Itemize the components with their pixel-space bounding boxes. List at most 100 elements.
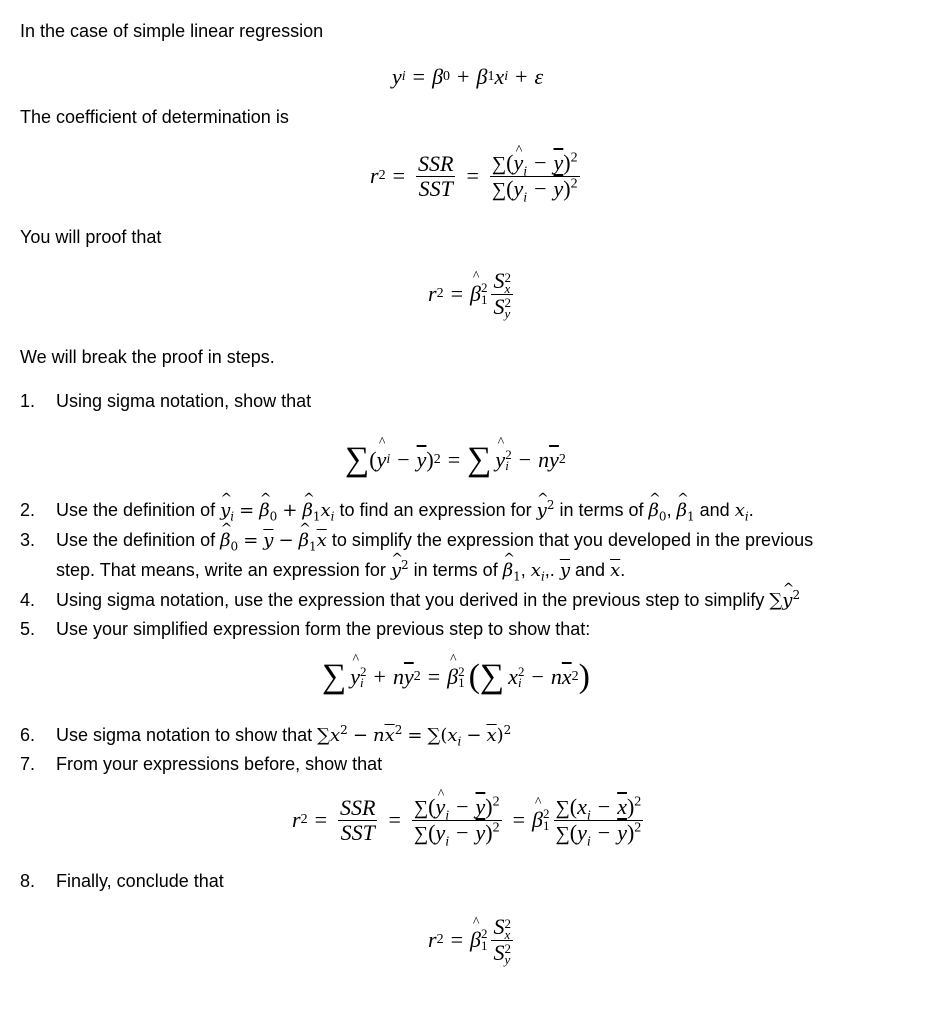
- numerator-sum-yhat: ∑(yi−y)2: [489, 149, 580, 178]
- model-equation: yi = β0 + β1xi + ε: [392, 64, 544, 89]
- sym-yhat: y: [391, 560, 401, 582]
- paren: (: [369, 447, 377, 472]
- coefficient-label: The coefficient of determination is: [20, 107, 289, 127]
- sym-ybar: y: [475, 793, 486, 819]
- r2-definition-equation: r 2 = SSR SST = ∑(yi−y)2 ∑(yi−y)2: [370, 148, 584, 204]
- proof-intro: You will proof that: [20, 227, 162, 247]
- sym-yhat: y: [513, 150, 523, 175]
- fraction-ssr-sst: SSR SST: [415, 151, 456, 201]
- sub-i: i: [523, 189, 528, 205]
- period: .: [748, 500, 754, 520]
- sy-scripts: 2y: [504, 296, 511, 320]
- plus-sign: +: [373, 664, 386, 689]
- sym-yhat: y: [435, 794, 445, 819]
- minus-sign: −: [397, 447, 410, 472]
- sym-yhat: y: [782, 590, 792, 612]
- sigma-symbol: ∑: [427, 725, 441, 746]
- big-paren: (: [468, 658, 480, 695]
- minus-sign: −: [531, 664, 544, 689]
- sym-beta-hat: β: [299, 530, 309, 552]
- numerator-sx2: S2x: [491, 913, 513, 941]
- equals-sign: =: [314, 807, 327, 832]
- fraction-sums: ∑(yi−y)2 ∑(yi−y)2: [411, 793, 502, 848]
- sigma-symbol: ∑: [413, 822, 429, 845]
- numerator-sx2: S2x: [491, 268, 513, 295]
- equals-sign: =: [388, 807, 401, 832]
- comma: ,: [666, 500, 672, 520]
- fraction-sx-sy: S2x S2y: [491, 913, 513, 966]
- sigma-symbol: ∑: [555, 822, 570, 845]
- equals-sign: =: [447, 447, 461, 472]
- denominator-sum-y: ∑(yi − y)2: [412, 819, 502, 848]
- beta-scripts: 21: [480, 927, 488, 953]
- denominator-sy2: S2y: [491, 294, 513, 320]
- equals-sign: =: [392, 163, 405, 188]
- sup-2: 2: [394, 723, 403, 737]
- step-2-text: Use the definition of yi = β0 + β1xi to …: [56, 499, 754, 524]
- equals-sign: =: [466, 163, 479, 188]
- sub-1: 1: [309, 539, 317, 554]
- beta-scripts: 21: [458, 665, 465, 689]
- step-6-number: 6.: [20, 725, 36, 745]
- step-8-text: Finally, conclude that: [56, 871, 224, 891]
- sym-y: y: [435, 819, 446, 845]
- sym-xbar: x: [384, 725, 395, 746]
- sub-i: i: [586, 833, 591, 849]
- yhat-scripts: 2i: [360, 665, 367, 689]
- sub-1: 1: [543, 818, 550, 833]
- sup-2: 2: [634, 820, 642, 836]
- sup-2: 2: [570, 150, 578, 166]
- sub-0: 0: [658, 509, 667, 524]
- sigma-symbol: ∑: [769, 590, 783, 611]
- step-8-equation: r2 = β21 S2x S2y: [428, 912, 517, 968]
- minus-sign: −: [456, 819, 469, 845]
- sym-xbar: x: [486, 725, 497, 746]
- sym-r: r: [428, 927, 437, 952]
- sym-y: y: [392, 64, 402, 89]
- sym-beta: β: [476, 64, 488, 89]
- sym-y: y: [513, 175, 524, 201]
- minus-sign: −: [534, 149, 547, 175]
- minus-sign: −: [278, 530, 294, 551]
- minus-sign: −: [466, 725, 482, 746]
- step-3-part: Use the definition of: [56, 530, 216, 550]
- step-1-text: Using sigma notation, show that: [56, 391, 312, 411]
- sub-0: 0: [230, 539, 239, 554]
- sym-r: r: [292, 807, 301, 832]
- big-paren: ): [578, 658, 590, 695]
- sub-1: 1: [480, 938, 488, 953]
- step-7-number: 7.: [20, 754, 36, 774]
- paren: (: [569, 819, 578, 845]
- sym-yhat: y: [377, 447, 387, 473]
- sym-S: S: [493, 939, 505, 965]
- minus-sign: −: [352, 725, 368, 746]
- step-2-number: 2.: [20, 500, 36, 520]
- sym-beta-hat: β: [677, 500, 687, 522]
- sigma-symbol: ∑: [479, 658, 505, 695]
- step-3-part: and: [575, 560, 606, 580]
- sym-ybar: y: [475, 819, 486, 845]
- step-2-part: and: [699, 500, 730, 520]
- numerator-sum-x: ∑(xi − x)2: [553, 793, 644, 822]
- paren: ): [563, 175, 571, 201]
- sy-scripts: 2y: [504, 942, 511, 966]
- equals-sign: =: [239, 500, 255, 521]
- sym-beta-hat: β: [503, 560, 513, 582]
- sym-y: y: [577, 819, 587, 845]
- sup-2: 2: [570, 176, 578, 192]
- step-3-text-line1: Use the definition of β0 = y − β1x to si…: [56, 529, 813, 554]
- sym-beta-hat: β: [532, 807, 543, 833]
- x-scripts: 2i: [518, 665, 525, 689]
- sym-beta: β: [432, 64, 444, 89]
- sym-beta-hat: β: [259, 500, 269, 522]
- sym-x: x: [330, 725, 341, 746]
- sigma-symbol: ∑: [317, 725, 331, 746]
- paren: ): [426, 447, 434, 472]
- step-1-number: 1.: [20, 391, 36, 411]
- sup-2: 2: [492, 820, 500, 836]
- equals-sign: =: [427, 664, 441, 689]
- paren: (: [569, 793, 578, 819]
- fraction-ssr-sst: SSR SST: [337, 795, 378, 845]
- sym-S: S: [493, 913, 505, 939]
- sym-x: x: [320, 500, 331, 521]
